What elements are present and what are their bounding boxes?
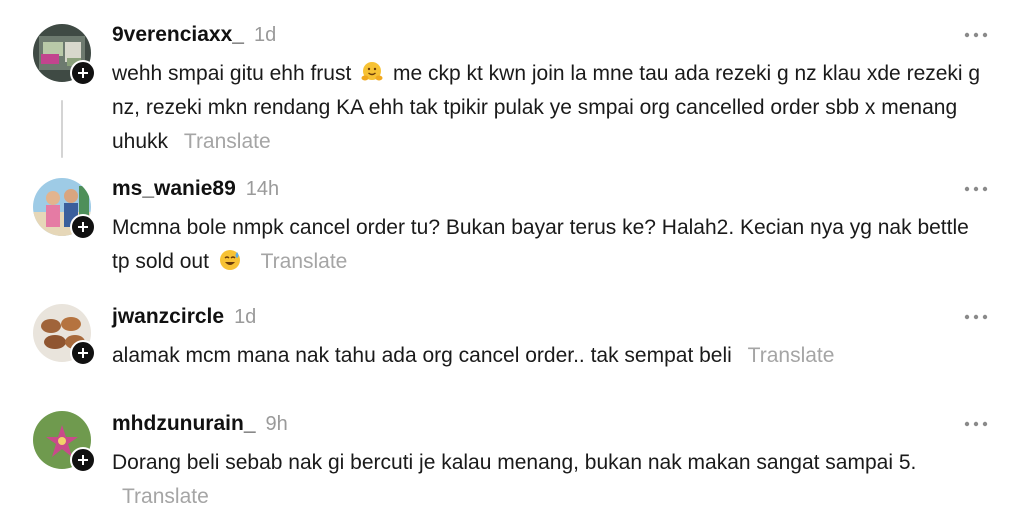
more-options-button[interactable] xyxy=(962,27,990,43)
more-horizontal-icon xyxy=(964,32,988,38)
translate-link[interactable]: Translate xyxy=(261,250,348,273)
avatar[interactable] xyxy=(33,411,96,473)
timestamp: 1d xyxy=(234,306,257,328)
more-horizontal-icon xyxy=(964,421,988,427)
username[interactable]: jwanzcircle xyxy=(112,305,224,328)
plus-icon xyxy=(78,455,88,465)
plus-icon xyxy=(78,222,88,232)
timestamp: 14h xyxy=(245,178,280,200)
follow-button[interactable] xyxy=(70,340,96,366)
more-options-button[interactable] xyxy=(962,416,990,432)
username[interactable]: mhdzunurain_ xyxy=(112,412,256,435)
hugging-face-emoji xyxy=(361,62,383,81)
translate-link[interactable]: Translate xyxy=(184,130,271,153)
translate-link[interactable]: Translate xyxy=(748,344,835,367)
plus-icon xyxy=(78,348,88,358)
comment-text-part: wehh smpai gitu ehh frust xyxy=(112,62,352,85)
sweat-smile-emoji xyxy=(219,250,240,270)
avatar[interactable] xyxy=(33,304,96,366)
more-horizontal-icon xyxy=(964,186,988,192)
translate-link[interactable]: Translate xyxy=(122,485,209,508)
comment-text: Dorang beli sebab nak gi bercuti je kala… xyxy=(112,446,992,514)
avatar[interactable] xyxy=(33,178,96,240)
follow-button[interactable] xyxy=(70,447,96,473)
comment-text-part: alamak mcm mana nak tahu ada org cancel … xyxy=(112,344,732,367)
plus-icon xyxy=(78,68,88,78)
username[interactable]: 9verenciaxx_ xyxy=(112,23,244,46)
follow-button[interactable] xyxy=(70,60,96,86)
comment-text-part: Dorang beli sebab nak gi bercuti je kala… xyxy=(112,451,917,474)
more-options-button[interactable] xyxy=(962,309,990,325)
avatar[interactable] xyxy=(33,24,96,86)
more-horizontal-icon xyxy=(964,314,988,320)
follow-button[interactable] xyxy=(70,214,96,240)
more-options-button[interactable] xyxy=(962,181,990,197)
username[interactable]: ms_wanie89 xyxy=(112,177,236,200)
comment-text: Mcmna bole nmpk cancel order tu? Bukan b… xyxy=(112,211,992,279)
thread-line xyxy=(61,100,63,158)
timestamp: 1d xyxy=(253,24,277,46)
comment-text: wehh smpai gitu ehh frust me ckp kt kwn … xyxy=(112,57,992,159)
timestamp: 9h xyxy=(265,413,288,435)
comment-text: alamak mcm mana nak tahu ada org cancel … xyxy=(112,339,992,373)
comment-thread: 9verenciaxx_ 1d wehh smpai gitu ehh frust… xyxy=(0,0,1024,515)
